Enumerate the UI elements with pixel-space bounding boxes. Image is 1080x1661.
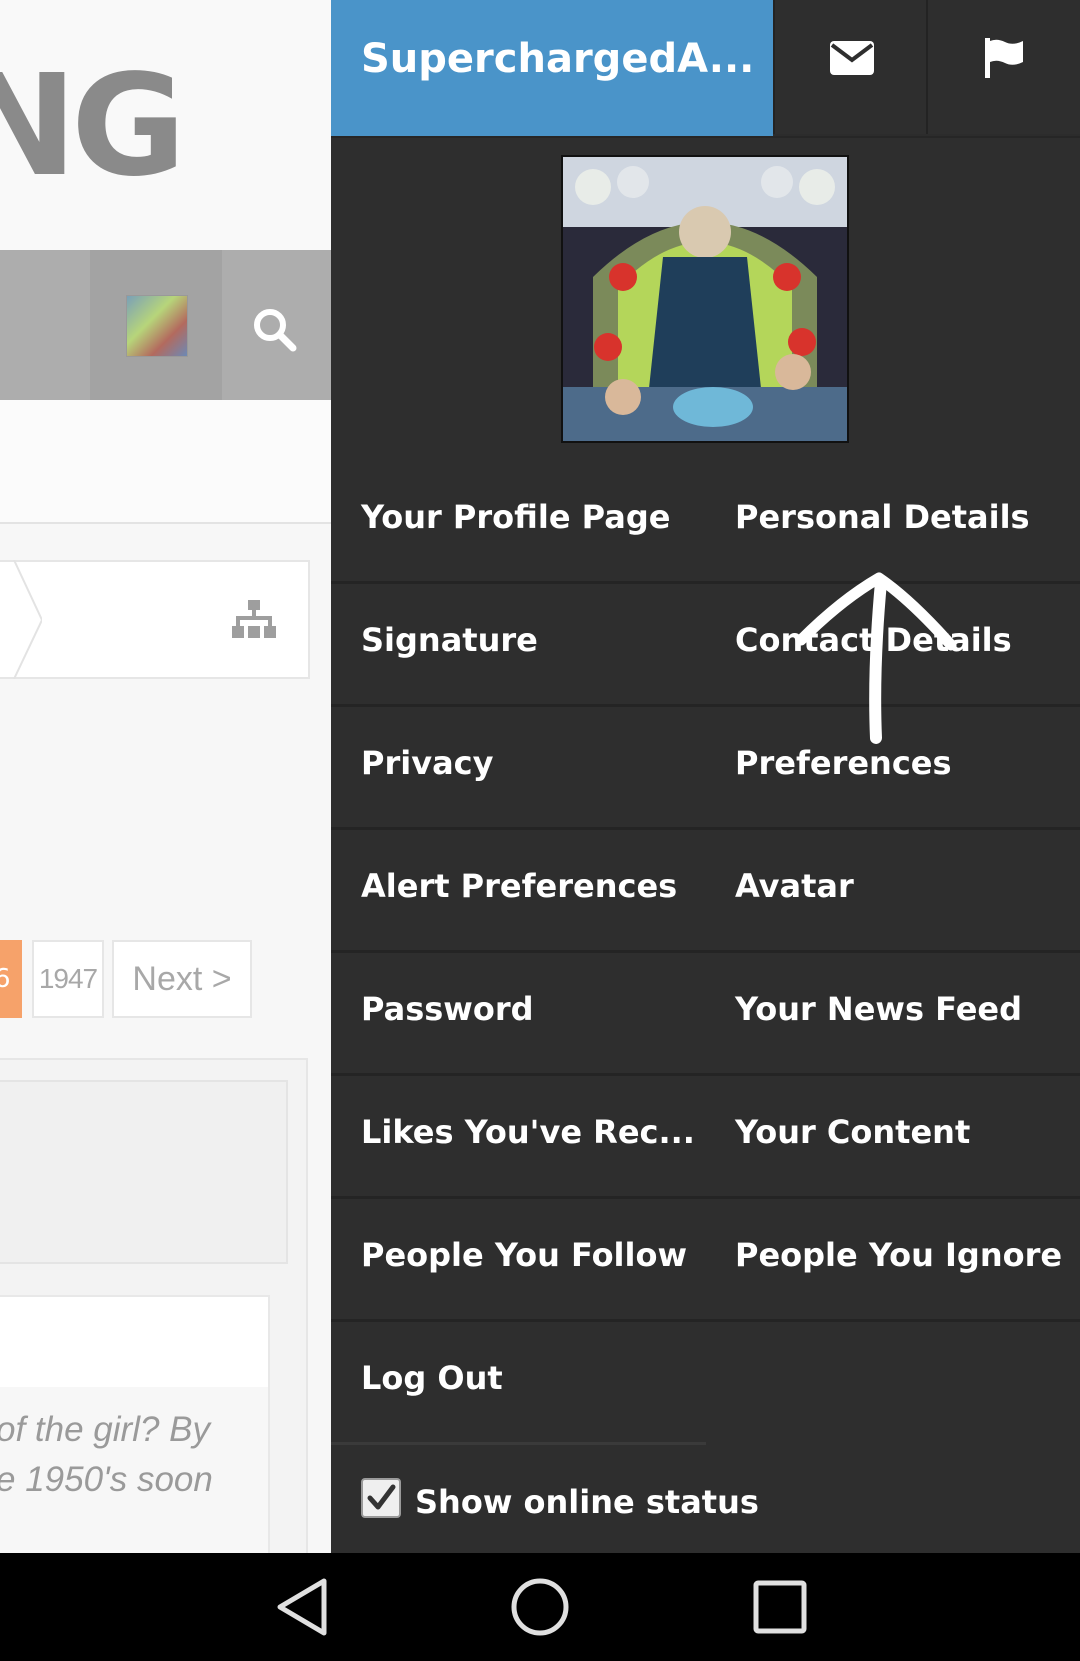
- logout-link[interactable]: Log Out: [361, 1321, 503, 1442]
- search-icon[interactable]: [250, 305, 298, 353]
- envelope-icon: [829, 41, 874, 75]
- pagination-next[interactable]: Next >: [112, 940, 252, 1018]
- background-forum-page: NG 6 1947 Next > of the girl? By e 1950'…: [0, 0, 331, 1553]
- online-status-label: Show online status: [415, 1483, 759, 1521]
- menu-people-you-follow[interactable]: People You Follow: [361, 1198, 687, 1319]
- menu-signature[interactable]: Signature: [361, 583, 538, 704]
- menu-row: Password Your News Feed: [331, 952, 1080, 1076]
- menu-row: Likes You've Rec... Your Content: [331, 1075, 1080, 1199]
- menu-preferences[interactable]: Preferences: [735, 706, 952, 827]
- menu-your-profile-page[interactable]: Your Profile Page: [361, 460, 670, 581]
- pagination-last-page[interactable]: 1947: [32, 940, 104, 1018]
- page-section: [0, 400, 331, 524]
- album-art-image: [563, 157, 847, 441]
- menu-your-content[interactable]: Your Content: [735, 1075, 970, 1196]
- recents-square-icon[interactable]: [740, 1575, 820, 1639]
- flag-icon: [985, 38, 1023, 78]
- menu-row: Alert Preferences Avatar: [331, 829, 1080, 953]
- user-avatar[interactable]: [561, 155, 849, 443]
- back-triangle-icon[interactable]: [260, 1575, 340, 1639]
- user-menu-header: SuperchargedA...: [331, 0, 1080, 138]
- navbar-avatar-button[interactable]: [90, 250, 222, 400]
- post-header-box: [0, 1080, 288, 1264]
- menu-row: Your Profile Page Personal Details: [331, 460, 1080, 584]
- post-quote-text: of the girl? By e 1950's soon: [0, 1405, 286, 1505]
- menu-avatar[interactable]: Avatar: [735, 829, 854, 950]
- menu-row: Signature Contact Details: [331, 583, 1080, 707]
- checkmark-icon: [367, 1484, 396, 1510]
- username-button[interactable]: SuperchargedA...: [331, 0, 773, 136]
- inbox-button[interactable]: [773, 0, 928, 134]
- site-logo[interactable]: NG: [0, 45, 186, 208]
- menu-people-you-ignore[interactable]: People You Ignore: [735, 1198, 1062, 1319]
- breadcrumb-chevron: [13, 560, 42, 679]
- user-menu-panel: SuperchargedA... Your Profile Page Perso…: [331, 0, 1080, 1553]
- pagination-current[interactable]: 6: [0, 940, 22, 1018]
- menu-privacy[interactable]: Privacy: [361, 706, 493, 827]
- online-status-checkbox[interactable]: [361, 1478, 401, 1518]
- menu-alert-preferences[interactable]: Alert Preferences: [361, 829, 677, 950]
- menu-row: People You Follow People You Ignore: [331, 1198, 1080, 1322]
- menu-personal-details[interactable]: Personal Details: [735, 460, 1030, 581]
- menu-row: Privacy Preferences: [331, 706, 1080, 830]
- menu-your-news-feed[interactable]: Your News Feed: [735, 952, 1022, 1073]
- alerts-button[interactable]: [926, 0, 1080, 134]
- menu-likes-received[interactable]: Likes You've Rec...: [361, 1075, 695, 1196]
- quote-line: e 1950's soon: [0, 1460, 213, 1499]
- menu-password[interactable]: Password: [361, 952, 534, 1073]
- system-navigation-bar: [0, 1553, 1080, 1661]
- site-logo-area: NG: [0, 0, 331, 250]
- logout-row: Log Out: [331, 1321, 706, 1445]
- home-circle-icon[interactable]: [500, 1575, 580, 1639]
- menu-contact-details[interactable]: Contact Details: [735, 583, 1012, 704]
- navbar-avatar: [126, 295, 188, 357]
- sitemap-icon[interactable]: [232, 600, 276, 640]
- post-body-box: [0, 1295, 270, 1389]
- quote-line: of the girl? By: [0, 1410, 210, 1449]
